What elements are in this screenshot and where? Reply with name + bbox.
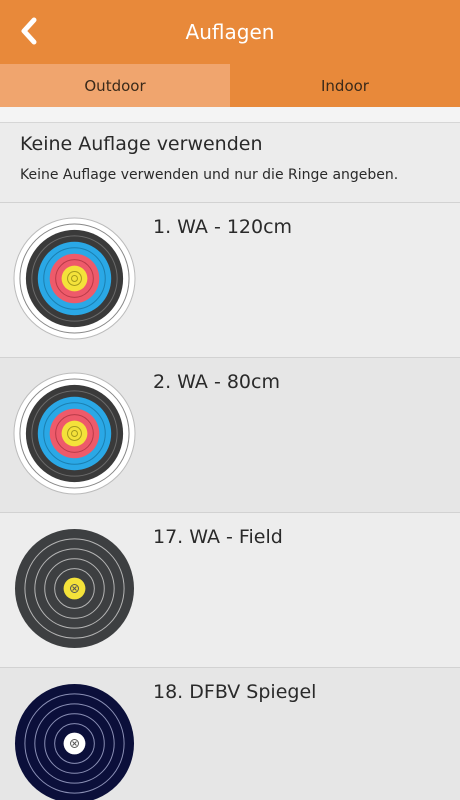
target-label: 1. WA - 120cm (153, 216, 293, 238)
header-bar: Auflagen (0, 0, 460, 64)
field-target-face-icon (14, 528, 135, 649)
list-item-target[interactable]: 1. WA - 120cm (0, 203, 460, 358)
list-item-no-target[interactable]: Keine Auflage verwenden Keine Auflage ve… (0, 123, 460, 203)
tab-indoor[interactable]: Indoor (230, 64, 460, 107)
target-label: 17. WA - Field (153, 526, 283, 548)
list-item-target[interactable]: 18. DFBV Spiegel (0, 668, 460, 800)
list-item-target[interactable]: 17. WA - Field (0, 513, 460, 668)
no-target-subtitle: Keine Auflage verwenden und nur die Ring… (20, 167, 399, 183)
page-title: Auflagen (185, 20, 275, 44)
dfbv-target-face-icon (15, 684, 134, 800)
wa-target-face-icon (13, 372, 136, 495)
no-target-title: Keine Auflage verwenden (20, 133, 263, 155)
app-screen: Auflagen Outdoor Indoor Keine Auflage ve… (0, 0, 460, 800)
tab-bar: Outdoor Indoor (0, 64, 460, 107)
tab-outdoor[interactable]: Outdoor (0, 64, 230, 107)
chevron-left-icon (21, 17, 37, 45)
section-spacer (0, 107, 460, 123)
target-label: 2. WA - 80cm (153, 371, 280, 393)
target-face-list: Keine Auflage verwenden Keine Auflage ve… (0, 123, 460, 800)
back-button[interactable] (14, 14, 50, 50)
target-label: 18. DFBV Spiegel (153, 681, 317, 703)
list-item-target[interactable]: 2. WA - 80cm (0, 358, 460, 513)
wa-target-face-icon (13, 217, 136, 340)
